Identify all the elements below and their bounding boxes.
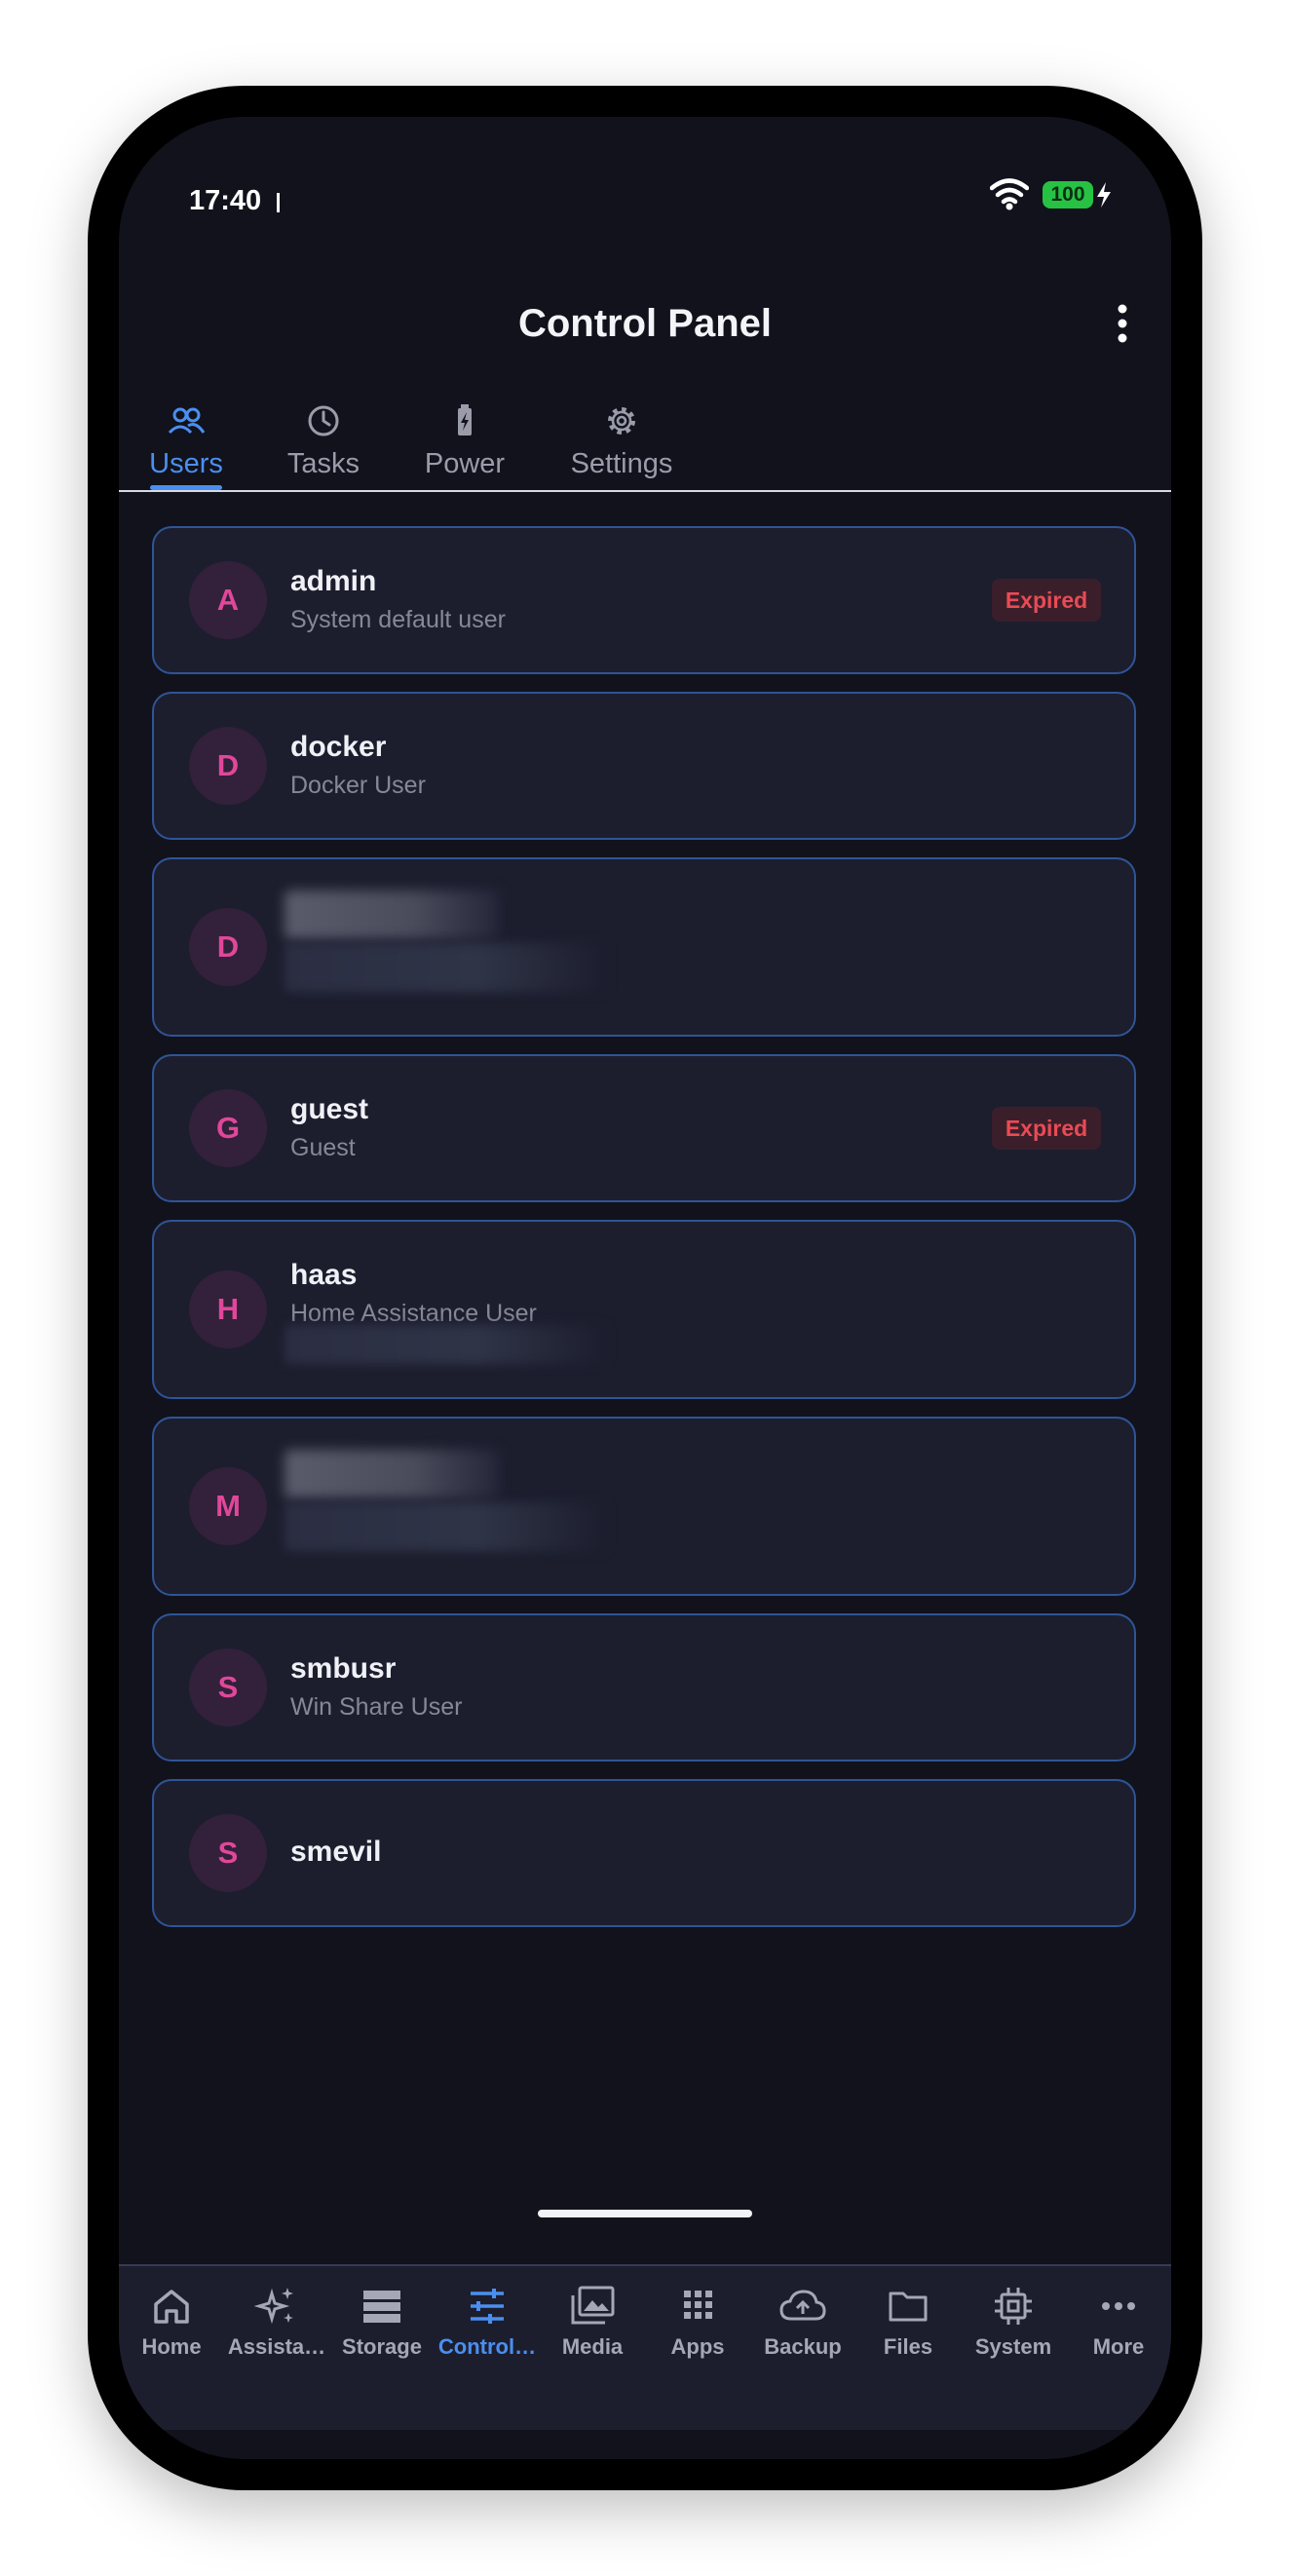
nav-media[interactable]: Media [540,2284,645,2360]
user-card-smbusr[interactable]: S smbusr Win Share User [152,1613,1136,1762]
redacted-detail [285,1325,606,1364]
nav-label: More [1092,2334,1145,2359]
folder-icon [889,2292,928,2322]
tab-label: Settings [570,448,673,479]
page-title: Control Panel [517,302,773,345]
user-description: Docker User [290,772,426,799]
avatar: G [189,1089,267,1167]
user-card-haas[interactable]: H haas Home Assistance User [152,1220,1136,1399]
tab-users[interactable]: Users [146,399,226,497]
tab-label: Tasks [286,448,360,479]
user-description: Home Assistance User [290,1300,537,1327]
nav-control-panel[interactable]: Control… [435,2284,540,2360]
nav-label: System [974,2334,1052,2359]
storage-icon [363,2291,400,2323]
avatar: S [189,1648,267,1726]
nav-label: Backup [764,2334,842,2359]
user-card-smevil[interactable]: S smevil [152,1779,1136,1927]
redacted-name [285,1450,499,1498]
battery-level: 100 [1043,181,1093,208]
user-name: docker [290,731,387,763]
avatar: M [189,1467,267,1545]
user-name: guest [290,1093,369,1125]
cloud-upload-icon [779,2290,826,2321]
status-cursor [277,193,280,212]
status-time: 17:40 [189,185,262,216]
avatar: H [189,1270,267,1348]
expired-badge: Expired [992,579,1101,622]
user-card-admin[interactable]: A admin System default user Expired [152,526,1136,674]
avatar: A [189,561,267,639]
sliders-icon [471,2289,504,2324]
tab-divider [119,490,1171,492]
nav-label: Files [883,2334,933,2359]
nav-apps[interactable]: Apps [645,2284,750,2360]
nav-more[interactable]: More [1066,2284,1171,2360]
gear-icon [608,407,635,435]
avatar: D [189,908,267,986]
redacted-description [285,1502,606,1551]
phone-frame: 17:40 100 Control Panel Users Tasks Powe… [88,86,1202,2490]
tab-tasks[interactable]: Tasks [285,399,362,497]
avatar: S [189,1814,267,1892]
expired-badge: Expired [992,1107,1101,1150]
user-card-redacted[interactable]: D [152,857,1136,1037]
more-horiz-icon [1102,2302,1135,2310]
user-name: haas [290,1259,358,1291]
user-card-guest[interactable]: G guest Guest Expired [152,1054,1136,1202]
user-name: admin [290,565,377,597]
tab-label: Users [149,448,223,479]
sparkles-icon [254,2288,293,2325]
battery-charging-icon [458,404,472,436]
charging-bolt-icon [1097,182,1111,208]
more-vert-icon[interactable] [1113,302,1132,347]
nav-home[interactable]: Home [119,2284,224,2360]
nav-label: Media [561,2334,624,2359]
screen: 17:40 100 Control Panel Users Tasks Powe… [119,117,1171,2459]
bottom-nav: Home Assista… Storage Control… Media App… [119,2264,1171,2430]
redacted-description [285,943,606,992]
nav-storage[interactable]: Storage [329,2284,435,2360]
tab-power[interactable]: Power [423,399,507,497]
user-card-docker[interactable]: D docker Docker User [152,692,1136,840]
user-description: Win Share User [290,1693,463,1721]
nav-label: Home [141,2334,202,2359]
redacted-name [285,890,499,939]
clock-icon [308,405,339,436]
user-description: System default user [290,606,506,633]
user-name: smevil [290,1836,382,1868]
user-card-redacted[interactable]: M [152,1417,1136,1596]
nav-files[interactable]: Files [855,2284,961,2360]
nav-label: Control… [437,2334,537,2359]
photo-library-icon [571,2286,615,2325]
nav-label: Apps [670,2334,725,2359]
nav-assistant[interactable]: Assista… [224,2284,329,2360]
home-icon [154,2290,189,2324]
users-icon [168,407,206,435]
tab-settings[interactable]: Settings [567,399,676,497]
nav-label: Storage [342,2334,422,2359]
user-description: Guest [290,1134,356,1161]
tab-label: Power [424,448,506,479]
chip-icon [995,2288,1032,2325]
nav-label: Assista… [227,2334,326,2359]
nav-system[interactable]: System [961,2284,1066,2360]
avatar: D [189,727,267,805]
wifi-icon [990,178,1029,210]
home-indicator-bar [538,2210,752,2217]
apps-grid-icon [684,2291,712,2319]
user-name: smbusr [290,1652,397,1685]
nav-backup[interactable]: Backup [750,2284,855,2360]
